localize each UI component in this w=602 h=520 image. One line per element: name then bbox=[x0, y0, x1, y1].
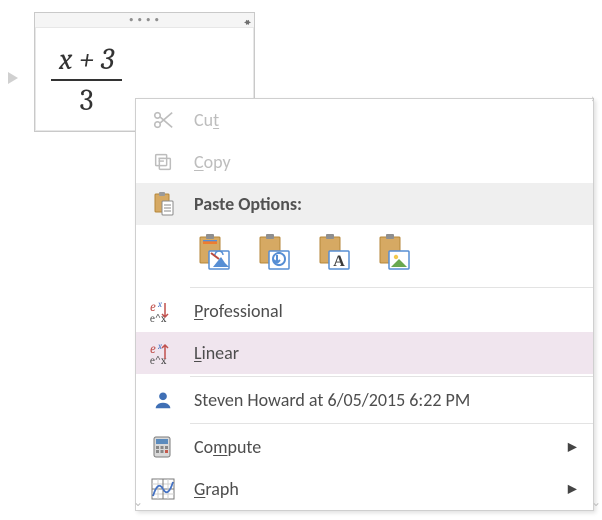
paste-merge-formatting-button[interactable] bbox=[254, 231, 296, 273]
grip-dots-icon: • • • • bbox=[129, 16, 160, 25]
equation-linear-icon: e x e^x bbox=[148, 338, 178, 368]
equation-anchor-handle[interactable] bbox=[6, 70, 22, 86]
grip-resize-arrows-icon: ◂▸ bbox=[244, 15, 248, 28]
svg-text:x: x bbox=[157, 300, 163, 310]
menu-label-professional: Professional bbox=[194, 300, 283, 322]
menu-divider bbox=[190, 376, 593, 377]
svg-text:A: A bbox=[333, 253, 345, 270]
chevron-right-icon: ▶ bbox=[568, 482, 577, 497]
menu-section-paste-options: Paste Options: bbox=[136, 183, 593, 225]
menu-label-compute: Compute bbox=[194, 436, 261, 458]
menu-divider bbox=[190, 287, 593, 288]
menu-item-copy[interactable]: Copy bbox=[136, 141, 593, 183]
equation-fraction[interactable]: x + 3 3 bbox=[51, 42, 122, 118]
paste-keep-source-formatting-button[interactable] bbox=[194, 231, 236, 273]
person-icon bbox=[148, 385, 178, 415]
menu-label-copy: Copy bbox=[194, 151, 231, 173]
menu-label-cut: Cut bbox=[194, 109, 219, 131]
menu-item-cut[interactable]: Cut bbox=[136, 99, 593, 141]
clipboard-paste-icon bbox=[148, 189, 178, 219]
menu-item-linear[interactable]: e x e^x Linear bbox=[136, 332, 593, 374]
paste-picture-button[interactable] bbox=[374, 231, 416, 273]
menu-divider bbox=[190, 423, 593, 424]
equation-numerator[interactable]: x + 3 bbox=[51, 42, 122, 79]
menu-item-professional[interactable]: e x e^x Professional bbox=[136, 290, 593, 332]
menu-item-compute[interactable]: Compute ▶ bbox=[136, 426, 593, 468]
ruler-tick: › bbox=[591, 92, 595, 106]
menu-label-author: Steven Howard at 6/05/2015 6:22 PM bbox=[194, 389, 470, 411]
graph-icon bbox=[148, 474, 178, 504]
paste-text-only-button[interactable]: A bbox=[314, 231, 356, 273]
equation-move-grip[interactable]: • • • • ◂▸ bbox=[35, 13, 254, 28]
copy-icon bbox=[148, 147, 178, 177]
equation-denominator[interactable]: 3 bbox=[51, 81, 122, 118]
menu-item-graph[interactable]: Graph ▶ bbox=[136, 468, 593, 510]
chevron-right-icon: ▶ bbox=[568, 440, 577, 455]
equation-context-menu: Cut Copy Paste Options: bbox=[135, 98, 594, 511]
paste-options-row: A bbox=[136, 225, 593, 285]
equation-professional-icon: e x e^x bbox=[148, 296, 178, 326]
menu-item-author-info[interactable]: Steven Howard at 6/05/2015 6:22 PM bbox=[136, 379, 593, 421]
ruler-tick: ⌄ bbox=[133, 495, 143, 510]
paste-options-label: Paste Options: bbox=[194, 193, 302, 215]
calculator-icon bbox=[148, 432, 178, 462]
menu-label-graph: Graph bbox=[194, 478, 239, 500]
scissors-icon bbox=[148, 105, 178, 135]
menu-label-linear: Linear bbox=[194, 342, 239, 364]
ruler-tick: ⌄ bbox=[591, 495, 601, 510]
